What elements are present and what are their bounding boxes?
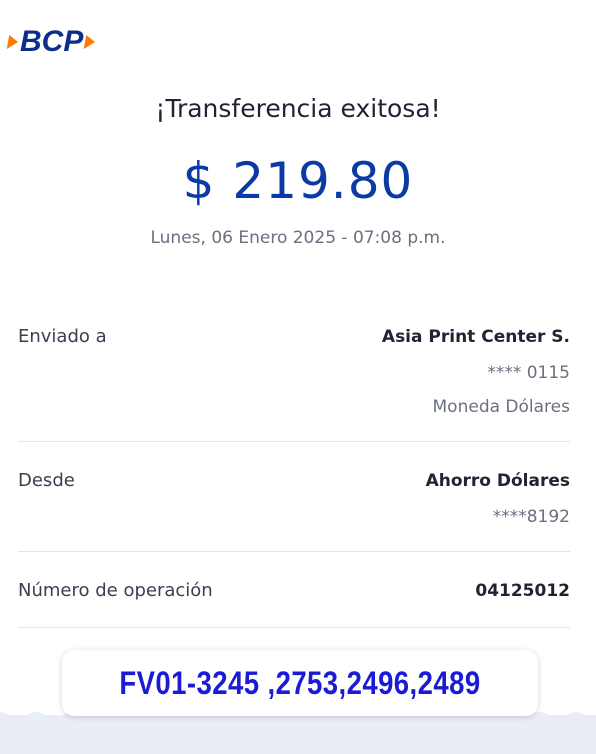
sent-to-label: Enviado a xyxy=(18,326,107,347)
recipient-currency: Moneda Dólares xyxy=(432,397,570,417)
success-title: ¡Transferencia exitosa! xyxy=(155,94,441,123)
logo-text: BCP xyxy=(20,25,84,58)
from-values: Ahorro Dólares ****8192 xyxy=(426,470,570,528)
bcp-logo: BCP xyxy=(6,25,97,58)
transfer-datetime: Lunes, 06 Enero 2025 - 07:08 p.m. xyxy=(150,228,446,248)
logo-chevron-right-icon xyxy=(84,35,97,49)
transfer-amount: $ 219.80 xyxy=(182,152,414,210)
invoice-annotation-text: FV01-3245 ,2753,2496,2489 xyxy=(119,664,481,701)
sent-to-values: Asia Print Center S. **** 0115 Moneda Dó… xyxy=(382,326,570,418)
divider xyxy=(18,441,570,442)
recipient-account: **** 0115 xyxy=(487,363,570,383)
operation-values: 04125012 xyxy=(475,580,570,602)
from-account: ****8192 xyxy=(492,507,570,527)
logo-chevron-left-icon xyxy=(6,35,20,49)
from-label: Desde xyxy=(18,470,75,491)
from-account-type: Ahorro Dólares xyxy=(425,471,570,491)
recipient-name: Asia Print Center S. xyxy=(381,327,570,347)
operation-number: 04125012 xyxy=(475,581,570,601)
divider xyxy=(18,551,570,552)
invoice-annotation-sticker: FV01-3245 ,2753,2496,2489 xyxy=(62,650,538,716)
operation-label: Número de operación xyxy=(18,580,213,601)
divider xyxy=(18,627,570,628)
